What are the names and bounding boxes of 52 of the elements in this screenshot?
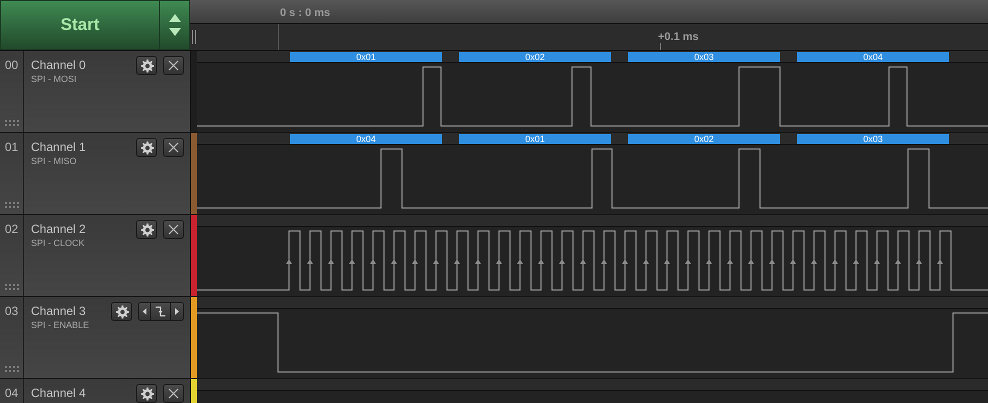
close-icon	[168, 224, 179, 235]
close-button[interactable]	[163, 220, 184, 239]
channel-number: 01	[4, 139, 18, 156]
decoded-value: 0x03	[628, 52, 780, 62]
channel-label: SPI - MOSI	[31, 73, 78, 86]
time-tick	[660, 43, 661, 50]
trigger-selector[interactable]	[138, 302, 184, 321]
settings-icon	[138, 58, 154, 74]
channel-name: Channel 3	[31, 303, 87, 320]
close-icon	[168, 142, 179, 153]
resize-handle[interactable]	[192, 30, 196, 44]
settings-button[interactable]	[136, 384, 157, 403]
settings-icon	[114, 304, 130, 320]
down-arrow-icon[interactable]	[168, 28, 180, 36]
settings-button[interactable]	[136, 220, 157, 239]
drag-handle-icon[interactable]	[4, 284, 18, 290]
channel-name: Channel 4	[31, 385, 87, 402]
decoded-value: 0x02	[628, 134, 780, 144]
drag-handle-icon[interactable]	[4, 120, 18, 126]
close-button[interactable]	[163, 138, 184, 157]
channel-number: 00	[4, 57, 18, 74]
up-arrow-icon[interactable]	[168, 14, 180, 22]
decoded-value: 0x04	[290, 134, 442, 144]
time-label: 0 s : 0 ms	[280, 6, 330, 21]
decoded-value: 0x02	[459, 52, 611, 62]
decoded-value: 0x01	[459, 134, 611, 144]
settings-icon	[138, 140, 154, 156]
channel-number: 03	[4, 303, 18, 320]
time-marker-line	[278, 24, 279, 50]
close-icon	[168, 60, 179, 71]
channel-label: SPI - CLOCK	[31, 237, 86, 250]
settings-icon	[138, 222, 154, 238]
drag-handle-icon[interactable]	[4, 202, 18, 208]
settings-icon	[138, 386, 154, 402]
channel-number: 04	[4, 385, 18, 402]
channel-number: 02	[4, 221, 18, 238]
decoded-value: 0x01	[290, 52, 442, 62]
settings-button[interactable]	[136, 138, 157, 157]
settings-button[interactable]	[136, 56, 157, 75]
channel-name: Channel 0	[31, 57, 87, 74]
close-icon	[168, 388, 179, 399]
decoded-value: 0x04	[797, 52, 949, 62]
channel-name: Channel 2	[31, 221, 87, 238]
drag-handle-icon[interactable]	[4, 366, 18, 372]
time-offset-label: +0.1 ms	[658, 30, 699, 45]
close-button[interactable]	[163, 56, 184, 75]
decoded-value: 0x03	[797, 134, 949, 144]
close-button[interactable]	[163, 384, 184, 403]
channel-label: SPI - ENABLE	[31, 319, 90, 332]
settings-button[interactable]	[111, 302, 132, 321]
channel-name: Channel 1	[31, 139, 87, 156]
channel-label: SPI - MISO	[31, 155, 78, 168]
